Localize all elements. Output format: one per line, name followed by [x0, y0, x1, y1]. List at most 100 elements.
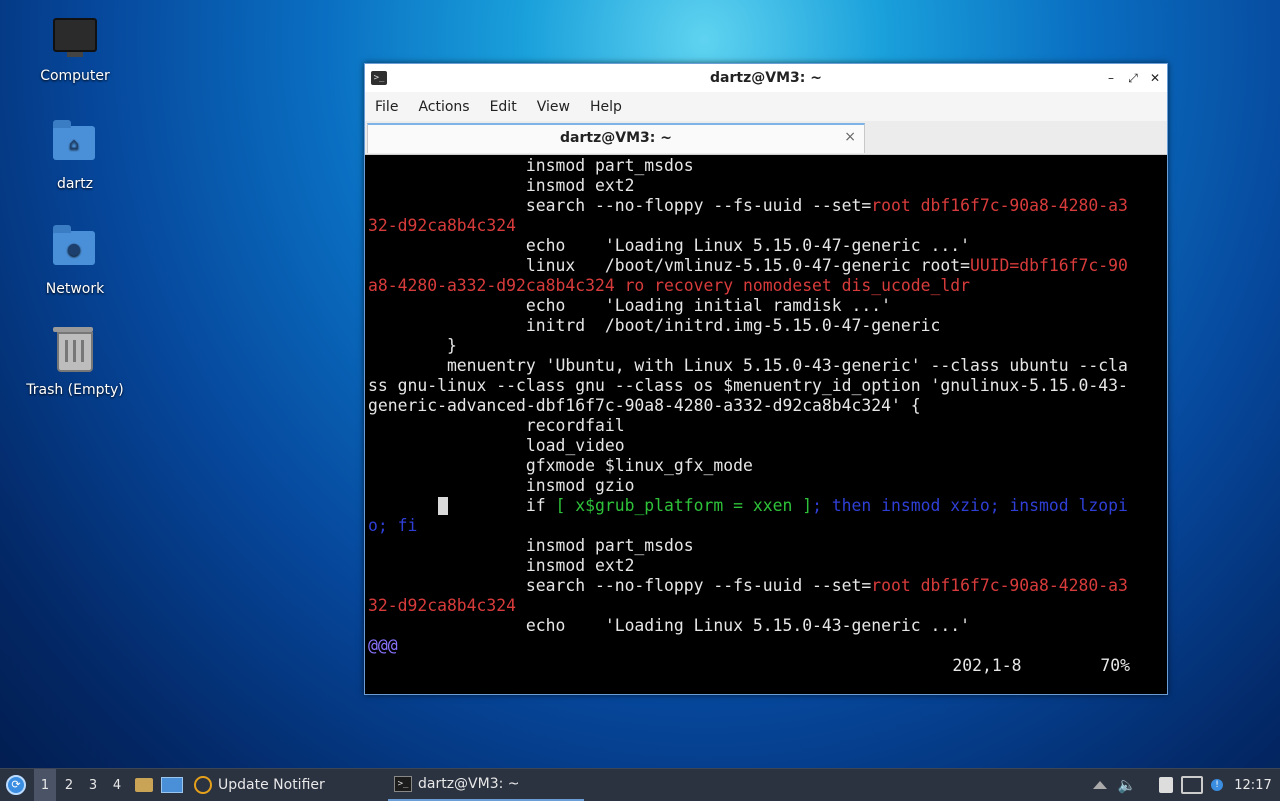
desktop-icon-label: Trash (Empty): [26, 382, 124, 398]
terminal-line: insmod gzio: [368, 476, 1164, 496]
terminal-text-segment: menuentry 'Ubuntu, with Linux 5.15.0-43-…: [368, 356, 1128, 375]
file-manager-launcher[interactable]: [133, 769, 155, 801]
removable-media-button[interactable]: [1088, 769, 1112, 801]
update-notifier-task[interactable]: Update Notifier: [194, 769, 325, 801]
terminal-line: if [ x$grub_platform = xxen ]; then insm…: [368, 496, 1164, 516]
terminal-line: 32-d92ca8b4c324: [368, 596, 1164, 616]
minimize-button[interactable]: –: [1105, 71, 1117, 85]
terminal-text-segment: initrd /boot/initrd.img-5.15.0-47-generi…: [368, 316, 941, 335]
desktop-icon-network[interactable]: ● Network: [20, 225, 130, 297]
terminal-text-segment: ss gnu-linux --class gnu --class os $men…: [368, 376, 1128, 395]
terminal-text-segment: @@@: [368, 636, 398, 655]
terminal-line: }: [368, 336, 1164, 356]
menu-edit[interactable]: Edit: [480, 99, 527, 115]
terminal-cursor: [438, 497, 448, 515]
network-folder-icon: ●: [53, 225, 97, 275]
maximize-button[interactable]: ⤢: [1127, 71, 1139, 86]
updates-available-icon: !: [1211, 779, 1223, 791]
show-desktop-icon: [161, 777, 183, 793]
terminal-line: load_video: [368, 436, 1164, 456]
terminal-text-segment: generic-advanced-dbf16f7c-90a8-4280-a332…: [368, 396, 921, 415]
terminal-line: initrd /boot/initrd.img-5.15.0-47-generi…: [368, 316, 1164, 336]
menu-help[interactable]: Help: [580, 99, 632, 115]
terminal-text-segment: insmod ext2: [368, 176, 635, 195]
terminal-text-segment: [ x$grub_platform = xxen ]: [555, 496, 813, 515]
terminal-line: insmod ext2: [368, 176, 1164, 196]
terminal-line: linux /boot/vmlinuz-5.15.0-47-generic ro…: [368, 256, 1164, 276]
network-icon: [1181, 776, 1203, 794]
terminal-text-segment: search --no-floppy --fs-uuid --set=: [368, 576, 872, 595]
terminal-line: echo 'Loading Linux 5.15.0-43-generic ..…: [368, 616, 1164, 636]
show-desktop-button[interactable]: [161, 769, 183, 801]
terminal-task-icon: >_: [394, 776, 412, 792]
terminal-line: echo 'Loading Linux 5.15.0-47-generic ..…: [368, 236, 1164, 256]
desktop-icon-label: Computer: [40, 68, 110, 84]
terminal-text-segment: a8-4280-a332-d92ca8b4c324 ro recovery no…: [368, 276, 970, 295]
terminal-text-segment: root dbf16f7c-90a8-4280-a3: [871, 196, 1128, 215]
update-notifier-label: Update Notifier: [218, 777, 325, 793]
eject-icon: [1093, 781, 1107, 789]
terminal-line: generic-advanced-dbf16f7c-90a8-4280-a332…: [368, 396, 1164, 416]
terminal-line: gfxmode $linux_gfx_mode: [368, 456, 1164, 476]
terminal-text-segment: UUID=dbf16f7c-90: [969, 256, 1128, 275]
terminal-text-segment: echo 'Loading Linux 5.15.0-47-generic ..…: [368, 236, 970, 255]
workspace-2[interactable]: 2: [58, 769, 80, 801]
terminal-text-segment: 32-d92ca8b4c324: [368, 216, 517, 235]
terminal-text-segment: o; fi: [368, 516, 418, 535]
terminal-text-segment: 32-d92ca8b4c324: [368, 596, 517, 615]
terminal-text-segment: search --no-floppy --fs-uuid --set=: [368, 196, 872, 215]
terminal-line: 32-d92ca8b4c324: [368, 216, 1164, 236]
file-manager-icon: [135, 778, 153, 792]
terminal-window: >_ dartz@VM3: ~ – ⤢ ✕ File Actions Edit …: [364, 63, 1168, 695]
close-button[interactable]: ✕: [1149, 71, 1161, 85]
window-titlebar[interactable]: >_ dartz@VM3: ~ – ⤢ ✕: [365, 64, 1167, 92]
terminal-text-segment: insmod part_msdos: [368, 536, 694, 555]
desktop-icon-label: dartz: [56, 176, 94, 192]
updates-available-button[interactable]: !: [1205, 769, 1229, 801]
terminal-line: echo 'Loading initial ramdisk ...': [368, 296, 1164, 316]
terminal-line: a8-4280-a332-d92ca8b4c324 ro recovery no…: [368, 276, 1164, 296]
desktop-icon-trash[interactable]: Trash (Empty): [20, 327, 130, 398]
clipboard-icon: [1159, 777, 1173, 793]
workspace-4[interactable]: 4: [106, 769, 128, 801]
menu-view[interactable]: View: [527, 99, 580, 115]
desktop-icon-home[interactable]: ⌂ dartz: [20, 120, 130, 192]
desktop-icon-computer[interactable]: Computer: [20, 16, 130, 84]
task-terminal[interactable]: >_ dartz@VM3: ~: [388, 769, 584, 801]
lubuntu-logo-icon: ⟳: [6, 775, 26, 795]
task-terminal-label: dartz@VM3: ~: [418, 776, 520, 792]
terminal-line: insmod ext2: [368, 556, 1164, 576]
terminal-output[interactable]: insmod part_msdos insmod ext2 search --n…: [368, 156, 1164, 691]
terminal-text-segment: insmod part_msdos: [368, 156, 694, 175]
volume-button[interactable]: 🔈: [1115, 769, 1139, 801]
tab-terminal[interactable]: dartz@VM3: ~ ×: [367, 123, 865, 153]
trash-icon: [53, 327, 97, 376]
terminal-text-segment: insmod ext2: [368, 556, 635, 575]
tab-title: dartz@VM3: ~: [560, 130, 672, 146]
terminal-line: recordfail: [368, 416, 1164, 436]
taskbar: ⟳ 1 2 3 4 Update Notifier >_ dartz@VM3: …: [0, 768, 1280, 801]
update-notifier-icon: [194, 776, 212, 794]
terminal-line: search --no-floppy --fs-uuid --set=root …: [368, 576, 1164, 596]
tab-close-button[interactable]: ×: [844, 129, 856, 145]
terminal-line: insmod part_msdos: [368, 536, 1164, 556]
terminal-text-segment: gfxmode $linux_gfx_mode: [368, 456, 753, 475]
terminal-line: menuentry 'Ubuntu, with Linux 5.15.0-43-…: [368, 356, 1164, 376]
terminal-text-segment: echo 'Loading Linux 5.15.0-43-generic ..…: [368, 616, 970, 635]
workspace-3[interactable]: 3: [82, 769, 104, 801]
menu-actions[interactable]: Actions: [408, 99, 479, 115]
start-menu-button[interactable]: ⟳: [4, 769, 28, 801]
terminal-line: insmod part_msdos: [368, 156, 1164, 176]
terminal-line: @@@: [368, 636, 1164, 656]
menu-bar: File Actions Edit View Help: [365, 92, 1167, 121]
terminal-text-segment: ; then insmod xzio; insmod lzopi: [812, 496, 1128, 515]
clipboard-button[interactable]: [1154, 769, 1178, 801]
network-button[interactable]: [1180, 769, 1204, 801]
workspace-1[interactable]: 1: [34, 769, 56, 801]
terminal-text-segment: if: [368, 496, 556, 515]
terminal-text-segment: root dbf16f7c-90a8-4280-a3: [871, 576, 1128, 595]
clock[interactable]: 12:17: [1230, 769, 1276, 801]
menu-file[interactable]: File: [365, 99, 408, 115]
terminal-text-segment: linux /boot/vmlinuz-5.15.0-47-generic ro…: [368, 256, 970, 275]
terminal-text-segment: }: [368, 336, 457, 355]
